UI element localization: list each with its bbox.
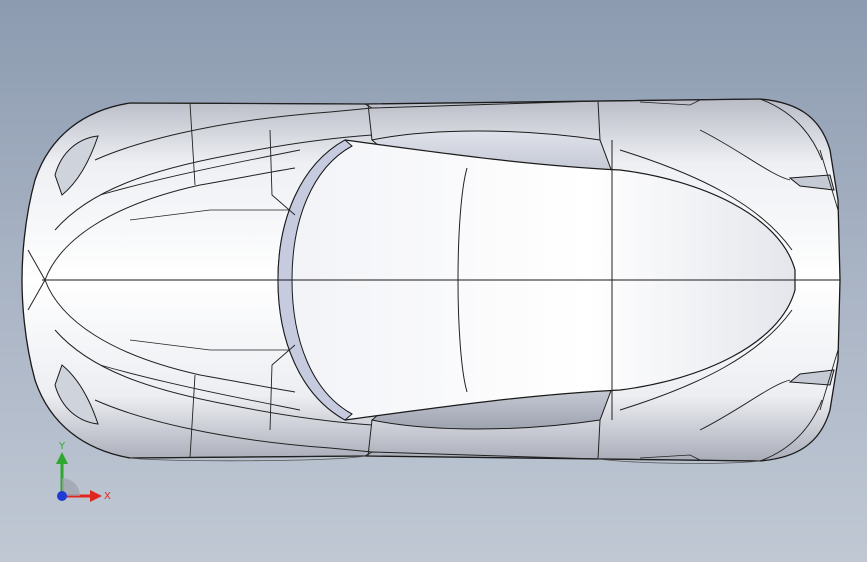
x-arrowhead-icon bbox=[90, 490, 102, 502]
y-arrowhead-icon bbox=[56, 452, 68, 464]
coordinate-triad: Y X bbox=[50, 440, 120, 510]
z-axis-dot bbox=[57, 491, 67, 501]
graphics-viewport[interactable]: Y X bbox=[0, 0, 867, 562]
car-body-model[interactable] bbox=[0, 0, 867, 562]
y-axis-label: Y bbox=[58, 441, 66, 452]
x-axis-label: X bbox=[104, 491, 111, 502]
